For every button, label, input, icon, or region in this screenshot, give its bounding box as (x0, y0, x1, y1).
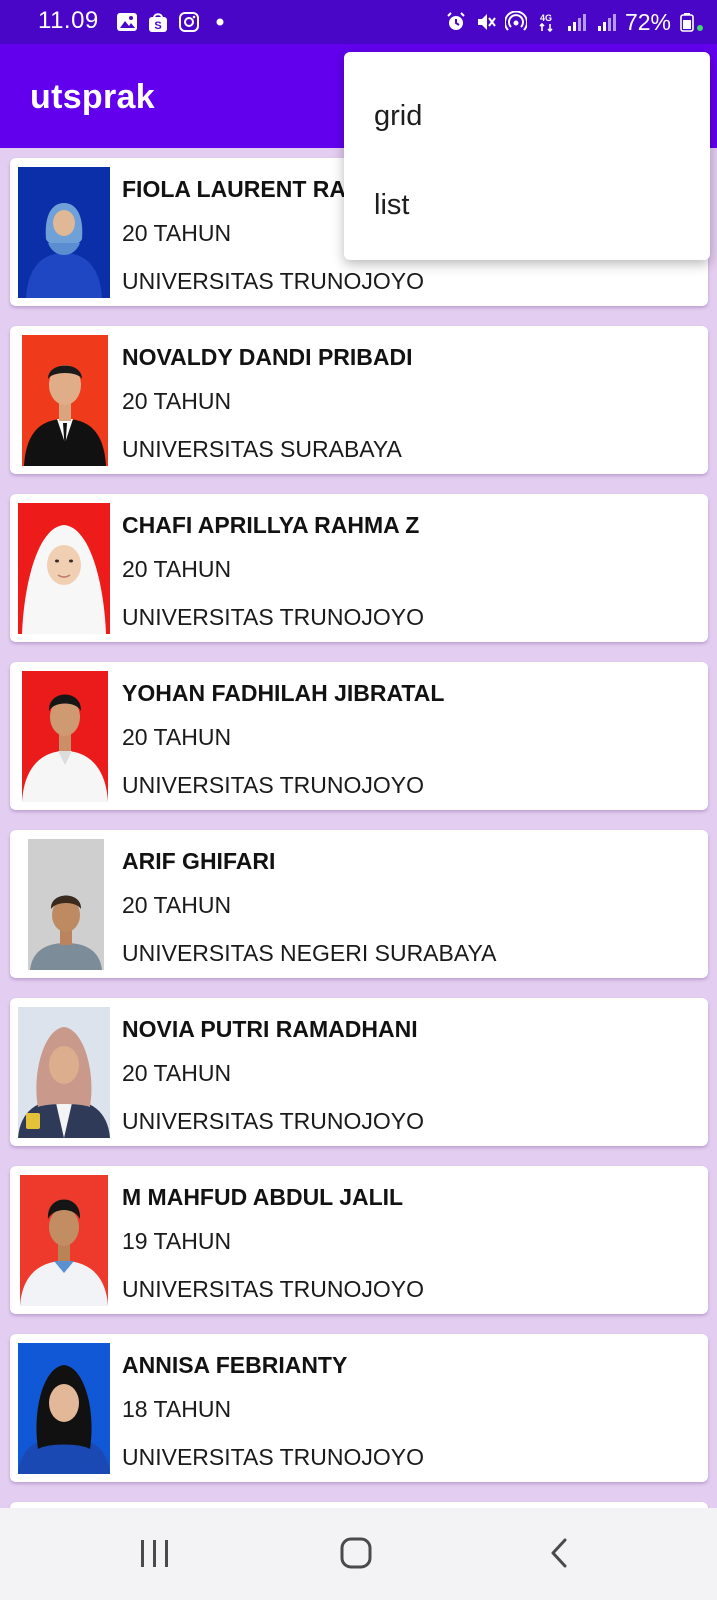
navigation-bar (0, 1508, 717, 1600)
student-age: 18 TAHUN (122, 1396, 232, 1422)
gallery-icon (117, 13, 137, 31)
list-item[interactable]: CHAFI APRILLYA RAHMA Z 20 TAHUN UNIVERSI… (10, 494, 708, 642)
student-name: FIOLA LAURENT RA (122, 176, 347, 202)
student-name: NOVALDY DANDI PRIBADI (122, 344, 413, 370)
back-icon (551, 1538, 567, 1568)
recents-icon (141, 1540, 168, 1567)
student-list[interactable]: FIOLA LAURENT RA 20 TAHUN UNIVERSITAS TR… (0, 148, 717, 1508)
student-university: UNIVERSITAS SURABAYA (122, 436, 402, 462)
student-name: CHAFI APRILLYA RAHMA Z (122, 512, 420, 538)
status-time: 11.09 (38, 7, 99, 34)
hotspot-icon (504, 11, 527, 31)
student-age: 20 TAHUN (122, 556, 232, 582)
alarm-icon (447, 12, 465, 30)
home-icon (340, 1537, 372, 1569)
list-item[interactable]: ANNISA FEBRIANTY 18 TAHUN UNIVERSITAS TR… (10, 1334, 708, 1482)
recents-button[interactable] (95, 1508, 215, 1600)
signal-icon (567, 14, 586, 31)
instagram-icon (179, 12, 199, 32)
student-university: UNIVERSITAS TRUNOJOYO (122, 1108, 425, 1134)
student-age: 20 TAHUN (122, 388, 232, 414)
student-photo (18, 1007, 110, 1138)
student-name: YOHAN FADHILAH JIBRATAL (122, 680, 445, 706)
status-right-icons: 4G 72% (445, 8, 705, 36)
menu-item-grid[interactable]: grid (344, 74, 710, 164)
student-photo (20, 1175, 108, 1306)
4g-icon: 4G (539, 13, 553, 33)
back-button[interactable] (500, 1508, 620, 1600)
student-photo (18, 167, 110, 298)
student-university: UNIVERSITAS TRUNOJOYO (122, 772, 425, 798)
menu-item-label: grid (374, 100, 423, 132)
svg-text:4G: 4G (540, 13, 552, 23)
home-button[interactable] (297, 1508, 417, 1600)
student-photo (28, 839, 104, 970)
student-photo (22, 671, 108, 802)
menu-item-label: list (374, 189, 410, 221)
status-bar: 11.09 S 4G 72% (0, 0, 717, 44)
student-age: 19 TAHUN (122, 1228, 232, 1254)
list-item[interactable]: ARIF GHIFARI 20 TAHUN UNIVERSITAS NEGERI… (10, 830, 708, 978)
student-photo (18, 1343, 110, 1474)
battery-percent: 72% (624, 8, 671, 35)
student-age: 20 TAHUN (122, 1060, 232, 1086)
list-item[interactable]: NOVIA PUTRI RAMADHANI 20 TAHUN UNIVERSIT… (10, 998, 708, 1146)
list-item[interactable]: NOVALDY DANDI PRIBADI 20 TAHUN UNIVERSIT… (10, 326, 708, 474)
student-university: UNIVERSITAS TRUNOJOYO (122, 1444, 425, 1470)
student-age: 20 TAHUN (122, 892, 232, 918)
app-title: utsprak (30, 78, 155, 116)
signal-icon (597, 14, 616, 31)
student-name: ANNISA FEBRIANTY (122, 1352, 348, 1378)
student-university: UNIVERSITAS TRUNOJOYO (122, 604, 425, 630)
student-name: NOVIA PUTRI RAMADHANI (122, 1016, 418, 1042)
student-photo (18, 503, 110, 634)
shopee-icon: S (149, 13, 167, 32)
mute-icon (477, 14, 496, 30)
student-age: 20 TAHUN (122, 220, 232, 246)
status-left-icons: S (116, 11, 231, 33)
list-item[interactable]: YOHAN FADHILAH JIBRATAL 20 TAHUN UNIVERS… (10, 662, 708, 810)
menu-item-list[interactable]: list (344, 163, 710, 253)
dot-icon (216, 18, 224, 26)
battery-icon (680, 13, 703, 32)
student-university: UNIVERSITAS TRUNOJOYO (122, 1276, 425, 1302)
list-item[interactable]: M MAHFUD ABDUL JALIL 19 TAHUN UNIVERSITA… (10, 1166, 708, 1314)
student-university: UNIVERSITAS NEGERI SURABAYA (122, 940, 497, 966)
svg-text:S: S (154, 20, 161, 32)
student-university: UNIVERSITAS TRUNOJOYO (122, 268, 425, 294)
student-name: M MAHFUD ABDUL JALIL (122, 1184, 404, 1210)
student-photo (22, 335, 108, 466)
student-age: 20 TAHUN (122, 724, 232, 750)
student-name: ARIF GHIFARI (122, 848, 276, 874)
options-menu: grid list (344, 52, 710, 260)
